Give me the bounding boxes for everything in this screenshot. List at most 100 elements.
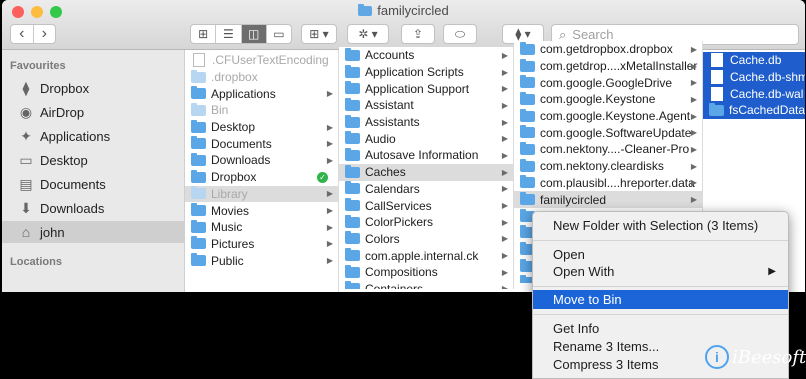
- disclosure-arrow-icon: ▶: [690, 161, 697, 171]
- list-item[interactable]: Movies ▶: [185, 202, 338, 219]
- list-item-label: com.apple.internal.ck: [365, 248, 479, 263]
- list-item[interactable]: com.nektony....-Cleaner-Pro ▶: [514, 141, 702, 158]
- list-item[interactable]: Music ▶: [185, 219, 338, 236]
- list-item-label: Assistant: [365, 98, 414, 113]
- list-item[interactable]: Compositions ▶: [339, 264, 513, 281]
- list-item[interactable]: Cache.db-shm: [703, 68, 805, 86]
- list-item[interactable]: Desktop ▶: [185, 119, 338, 136]
- list-item[interactable]: familycircled ▶: [514, 191, 702, 208]
- share-icon[interactable]: ⇪: [401, 24, 435, 44]
- list-item[interactable]: com.apple.internal.ck ▶: [339, 247, 513, 264]
- list-item[interactable]: Colors ▶: [339, 231, 513, 248]
- disclosure-arrow-icon: ▶: [501, 251, 508, 261]
- sidebar-item-label: Applications: [40, 128, 111, 144]
- folder-icon: [345, 114, 360, 128]
- folder-icon: [345, 97, 360, 111]
- list-item[interactable]: Assistant ▶: [339, 97, 513, 114]
- sidebar-item-dropbox[interactable]: ⧫ Dropbox: [2, 77, 184, 99]
- list-item-label: Bin: [211, 103, 229, 118]
- list-item[interactable]: .dropbox: [185, 69, 338, 86]
- gallery-view-icon[interactable]: ▭: [267, 25, 291, 43]
- list-item[interactable]: Pictures ▶: [185, 236, 338, 253]
- list-item-label: com.getdropbox.dropbox: [540, 42, 673, 57]
- folder-icon: [191, 152, 206, 166]
- list-item[interactable]: Application Support ▶: [339, 80, 513, 97]
- list-item[interactable]: Caches ▶: [339, 163, 513, 181]
- list-item[interactable]: fsCachedData: [703, 102, 805, 119]
- airdrop-icon: ◉: [19, 103, 33, 120]
- documents-icon: ▤: [19, 175, 33, 192]
- disclosure-arrow-icon: ▶: [501, 267, 508, 277]
- list-item[interactable]: com.google.GoogleDrive ▶: [514, 74, 702, 91]
- list-item[interactable]: Documents ▶: [185, 135, 338, 152]
- list-item[interactable]: com.google.Keystone ▶: [514, 91, 702, 108]
- folder-icon: [520, 41, 535, 55]
- list-item-label: Accounts: [365, 48, 415, 63]
- folder-icon: [345, 281, 360, 289]
- list-item[interactable]: com.getdrop....xMetalInstaller ▶: [514, 58, 702, 75]
- ibeesoft-logo-icon: i: [705, 345, 729, 369]
- folder-icon: [191, 219, 206, 233]
- list-item-label: ColorPickers: [365, 215, 434, 230]
- disclosure-arrow-icon: ▶: [501, 100, 508, 110]
- folder-icon: [191, 136, 206, 150]
- list-item[interactable]: com.google.SoftwareUpdate ▶: [514, 124, 702, 141]
- list-item[interactable]: Containers ▶: [339, 281, 513, 289]
- list-item[interactable]: Autosave Information ▶: [339, 147, 513, 164]
- list-item-label: Pictures: [211, 236, 255, 251]
- menu-item-get-info[interactable]: Get Info: [533, 319, 788, 338]
- disclosure-arrow-icon: ▶: [690, 44, 697, 54]
- list-item[interactable]: Cache.db: [703, 52, 805, 69]
- list-item[interactable]: Bin: [185, 102, 338, 119]
- list-item[interactable]: com.plausibl....hreporter.data ▶: [514, 175, 702, 192]
- action-gear-icon[interactable]: ✲ ▾: [347, 24, 389, 44]
- folder-icon: [191, 203, 206, 217]
- list-item[interactable]: Application Scripts ▶: [339, 64, 513, 81]
- tag-icon[interactable]: ⬭: [443, 24, 477, 44]
- folder-icon: [345, 214, 360, 228]
- menu-item-move-to-bin[interactable]: Move to Bin: [533, 290, 788, 309]
- list-item[interactable]: com.google.Keystone.Agent ▶: [514, 108, 702, 125]
- list-item[interactable]: Dropbox ✓: [185, 169, 338, 186]
- list-item[interactable]: com.nektony.cleardisks ▶: [514, 158, 702, 175]
- disclosure-arrow-icon: ▶: [326, 89, 333, 99]
- disclosure-arrow-icon: ▶: [501, 84, 508, 94]
- list-item[interactable]: Calendars ▶: [339, 181, 513, 198]
- list-item[interactable]: .CFUserTextEncoding: [185, 52, 338, 69]
- group-button[interactable]: ⊞ ▾: [301, 24, 337, 44]
- list-item[interactable]: Library ▶: [185, 185, 338, 203]
- menu-item-new-folder[interactable]: New Folder with Selection (3 Items): [533, 216, 788, 235]
- disclosure-arrow-icon: ▶: [326, 189, 333, 199]
- list-item[interactable]: Accounts ▶: [339, 47, 513, 64]
- column-library: Accounts ▶ Application Scripts ▶ Application…: [339, 47, 514, 289]
- sidebar-item-airdrop[interactable]: ◉ AirDrop: [2, 101, 184, 123]
- sidebar-item-documents[interactable]: ▤ Documents: [2, 173, 184, 195]
- list-item[interactable]: CallServices ▶: [339, 197, 513, 214]
- icon-view-icon[interactable]: ⊞: [191, 25, 217, 43]
- submenu-arrow-icon: ▶: [768, 266, 776, 277]
- list-item[interactable]: ColorPickers ▶: [339, 214, 513, 231]
- list-item-label: com.google.Keystone: [540, 92, 656, 107]
- list-item[interactable]: Downloads ▶: [185, 152, 338, 169]
- list-item[interactable]: Cache.db-wal: [703, 85, 805, 103]
- desktop-icon: ▭: [19, 151, 33, 168]
- list-item[interactable]: Applications ▶: [185, 85, 338, 102]
- list-item-label: Cache.db-shm: [730, 70, 805, 85]
- menu-item-open-with[interactable]: Open With ▶: [533, 262, 788, 281]
- forward-button[interactable]: ›: [34, 25, 56, 43]
- list-item[interactable]: Assistants ▶: [339, 114, 513, 131]
- sidebar-item-applications[interactable]: ✦ Applications: [2, 125, 184, 147]
- back-button[interactable]: ‹: [11, 25, 34, 43]
- list-item[interactable]: com.getdropbox.dropbox ▶: [514, 41, 702, 58]
- list-view-icon[interactable]: ☰: [216, 25, 242, 43]
- menu-separator: [533, 286, 788, 287]
- sidebar-item-desktop[interactable]: ▭ Desktop: [2, 149, 184, 171]
- list-item[interactable]: Audio ▶: [339, 130, 513, 147]
- list-item-label: com.nektony....-Cleaner-Pro: [540, 142, 690, 157]
- list-item[interactable]: Public ▶: [185, 252, 338, 269]
- sidebar-item-john[interactable]: ⌂ john: [2, 221, 184, 243]
- sidebar-item-downloads[interactable]: ⬇ Downloads: [2, 197, 184, 219]
- folder-icon: [520, 58, 535, 72]
- column-view-icon[interactable]: ◫: [241, 25, 267, 43]
- folder-icon: [345, 81, 360, 95]
